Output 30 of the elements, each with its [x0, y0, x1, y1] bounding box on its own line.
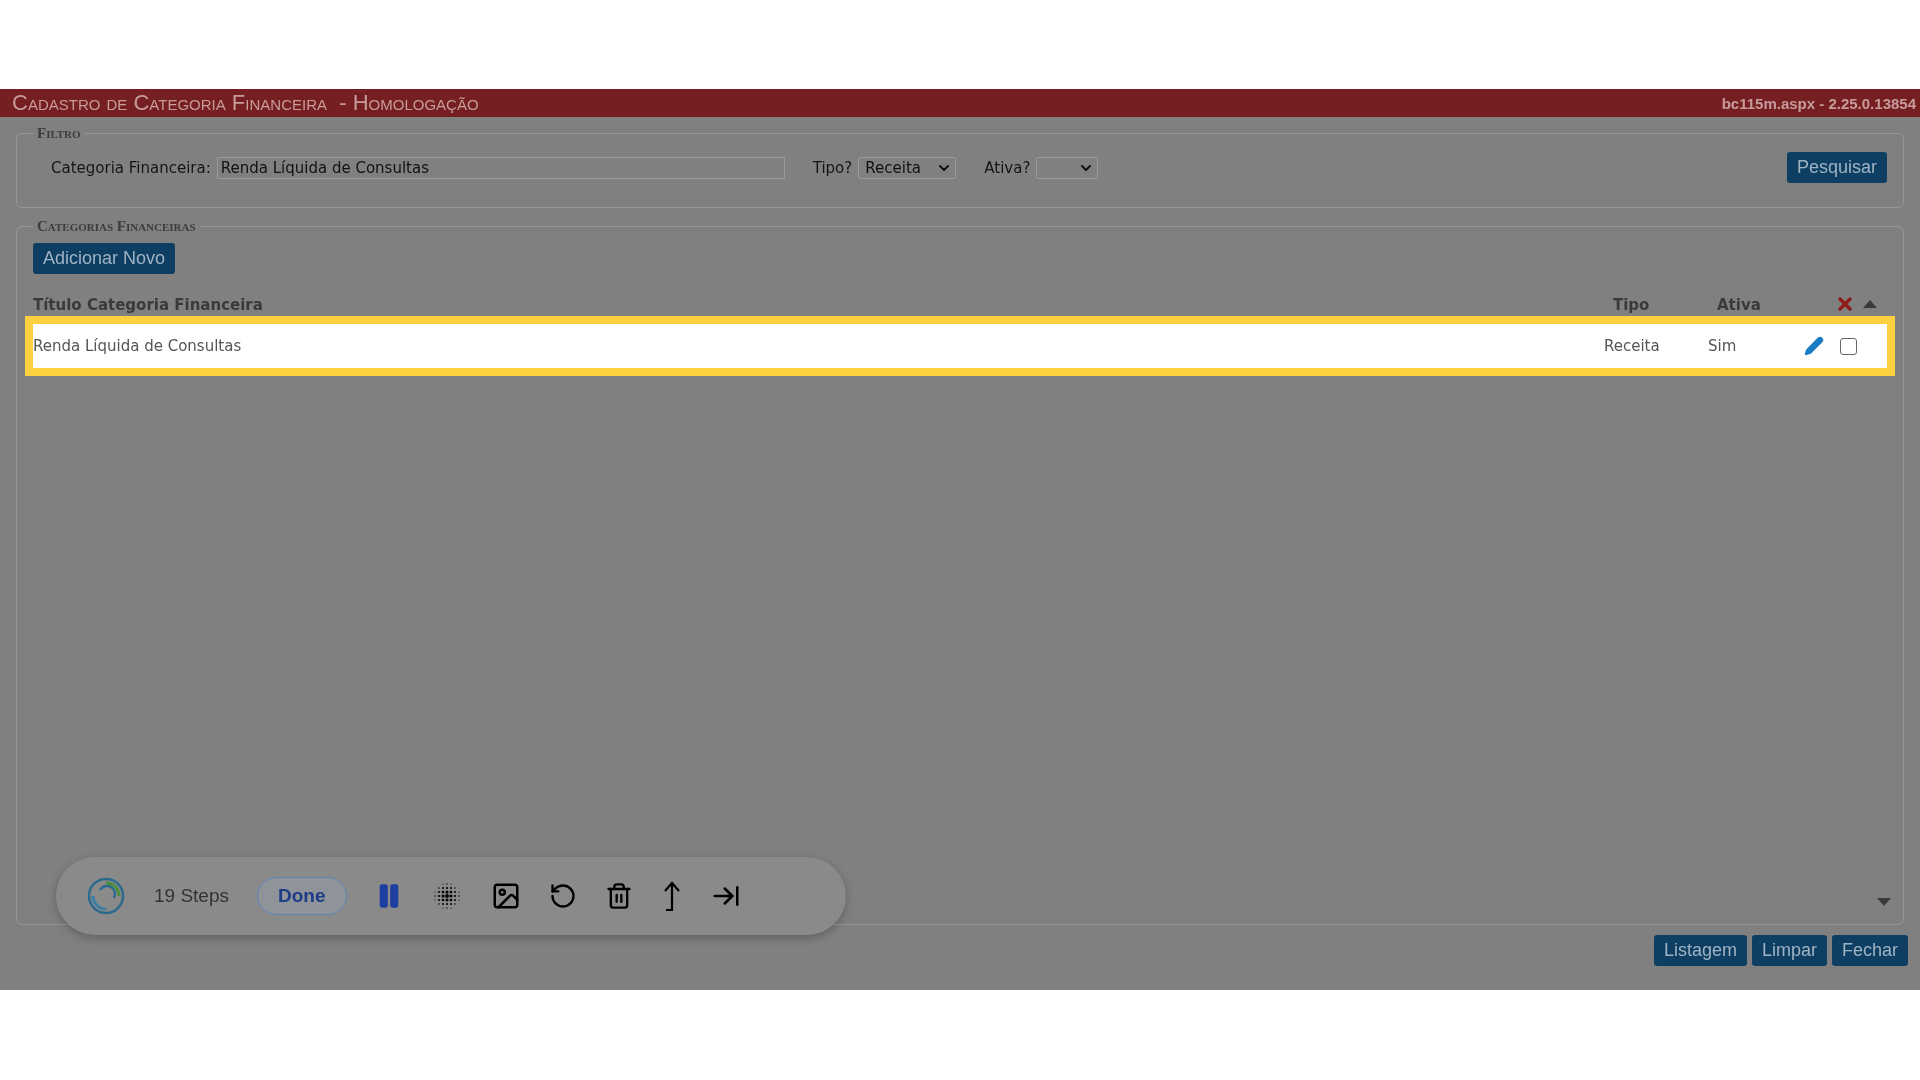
footer-button[interactable]: Limpar: [1751, 935, 1827, 966]
table-cell-text: Receita: [1604, 337, 1661, 355]
undo-icon[interactable]: [548, 882, 577, 910]
search-button[interactable]: Pesquisar: [1786, 152, 1887, 183]
steps-count: 19 Steps: [154, 885, 229, 907]
scroll-up-icon[interactable]: [1863, 300, 1877, 308]
categories-legend: Categorias Financeiras: [33, 218, 200, 235]
category-label: Categoria Financeira:: [51, 158, 211, 177]
swirl-logo-icon: [86, 876, 126, 916]
row-checkbox[interactable]: [1840, 337, 1857, 355]
done-button[interactable]: Done: [257, 877, 347, 915]
active-label: Ativa?: [984, 158, 1031, 177]
filter-legend: Filtro: [33, 125, 85, 142]
footer-button[interactable]: Fechar: [1831, 935, 1908, 966]
version-label: bc115m.aspx - 2.25.0.13854: [1721, 94, 1916, 112]
scroll-down-icon[interactable]: [1877, 898, 1891, 906]
category-input[interactable]: Renda Líquida de Consultas: [216, 156, 785, 179]
page-title: Cadastro de Categoria Financeira - Homologação: [12, 90, 479, 116]
column-header[interactable]: Título Categoria Financeira: [33, 296, 1613, 314]
type-select[interactable]: Receita: [858, 156, 957, 179]
table-cell-text: Renda Líquida de Consultas: [33, 337, 243, 355]
table-cell-text: Sim: [1708, 337, 1738, 355]
edit-icon[interactable]: [1804, 336, 1824, 356]
column-header[interactable]: Ativa: [1717, 296, 1807, 314]
type-label: Tipo?: [812, 158, 853, 177]
footer-button[interactable]: Listagem: [1653, 935, 1747, 966]
add-new-button[interactable]: Adicionar Novo: [33, 243, 176, 274]
table-row[interactable]: Renda Líquida de Consultas Receita Sim: [25, 316, 1895, 376]
trash-icon[interactable]: [604, 882, 633, 910]
column-header[interactable]: Tipo: [1613, 296, 1717, 314]
